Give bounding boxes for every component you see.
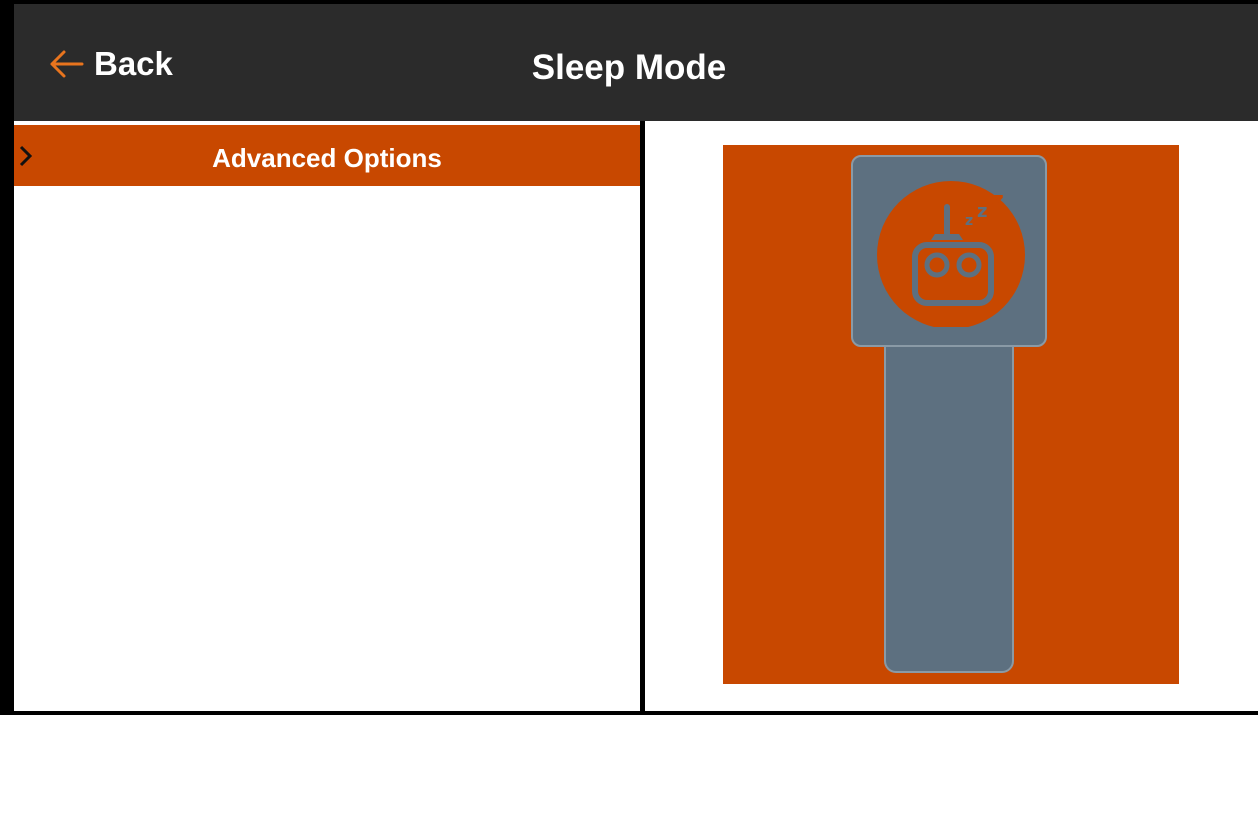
svg-text:z: z (965, 213, 973, 229)
swipe-slider-handle[interactable]: z z z (851, 155, 1047, 347)
options-list: Advanced Options (14, 121, 640, 715)
swipe-line-3: SLEEP (914, 777, 984, 800)
swipe-slider-track[interactable]: SWIPE TO SLEEP ALL (884, 346, 1014, 825)
svg-text:z: z (977, 201, 987, 222)
swipe-line-4: ALL (928, 802, 970, 825)
swipe-line-1: SWIPE (915, 727, 983, 750)
bottom-border (14, 711, 1258, 715)
menu-item-advanced-options[interactable]: Advanced Options (14, 125, 640, 186)
page-title: Sleep Mode (531, 48, 727, 87)
svg-text:z: z (991, 188, 1004, 213)
swipe-line-2: TO (934, 752, 964, 775)
window-frame-left (0, 0, 14, 715)
sleeping-transmitter-icon: z z z (877, 181, 1025, 327)
sleep-panel: SWIPE TO SLEEP ALL z z z (723, 145, 1179, 825)
app-header: Back Sleep Mode (14, 4, 1258, 121)
swipe-instruction: SWIPE TO SLEEP ALL (886, 726, 1012, 826)
menu-item-label: Advanced Options (212, 143, 442, 173)
